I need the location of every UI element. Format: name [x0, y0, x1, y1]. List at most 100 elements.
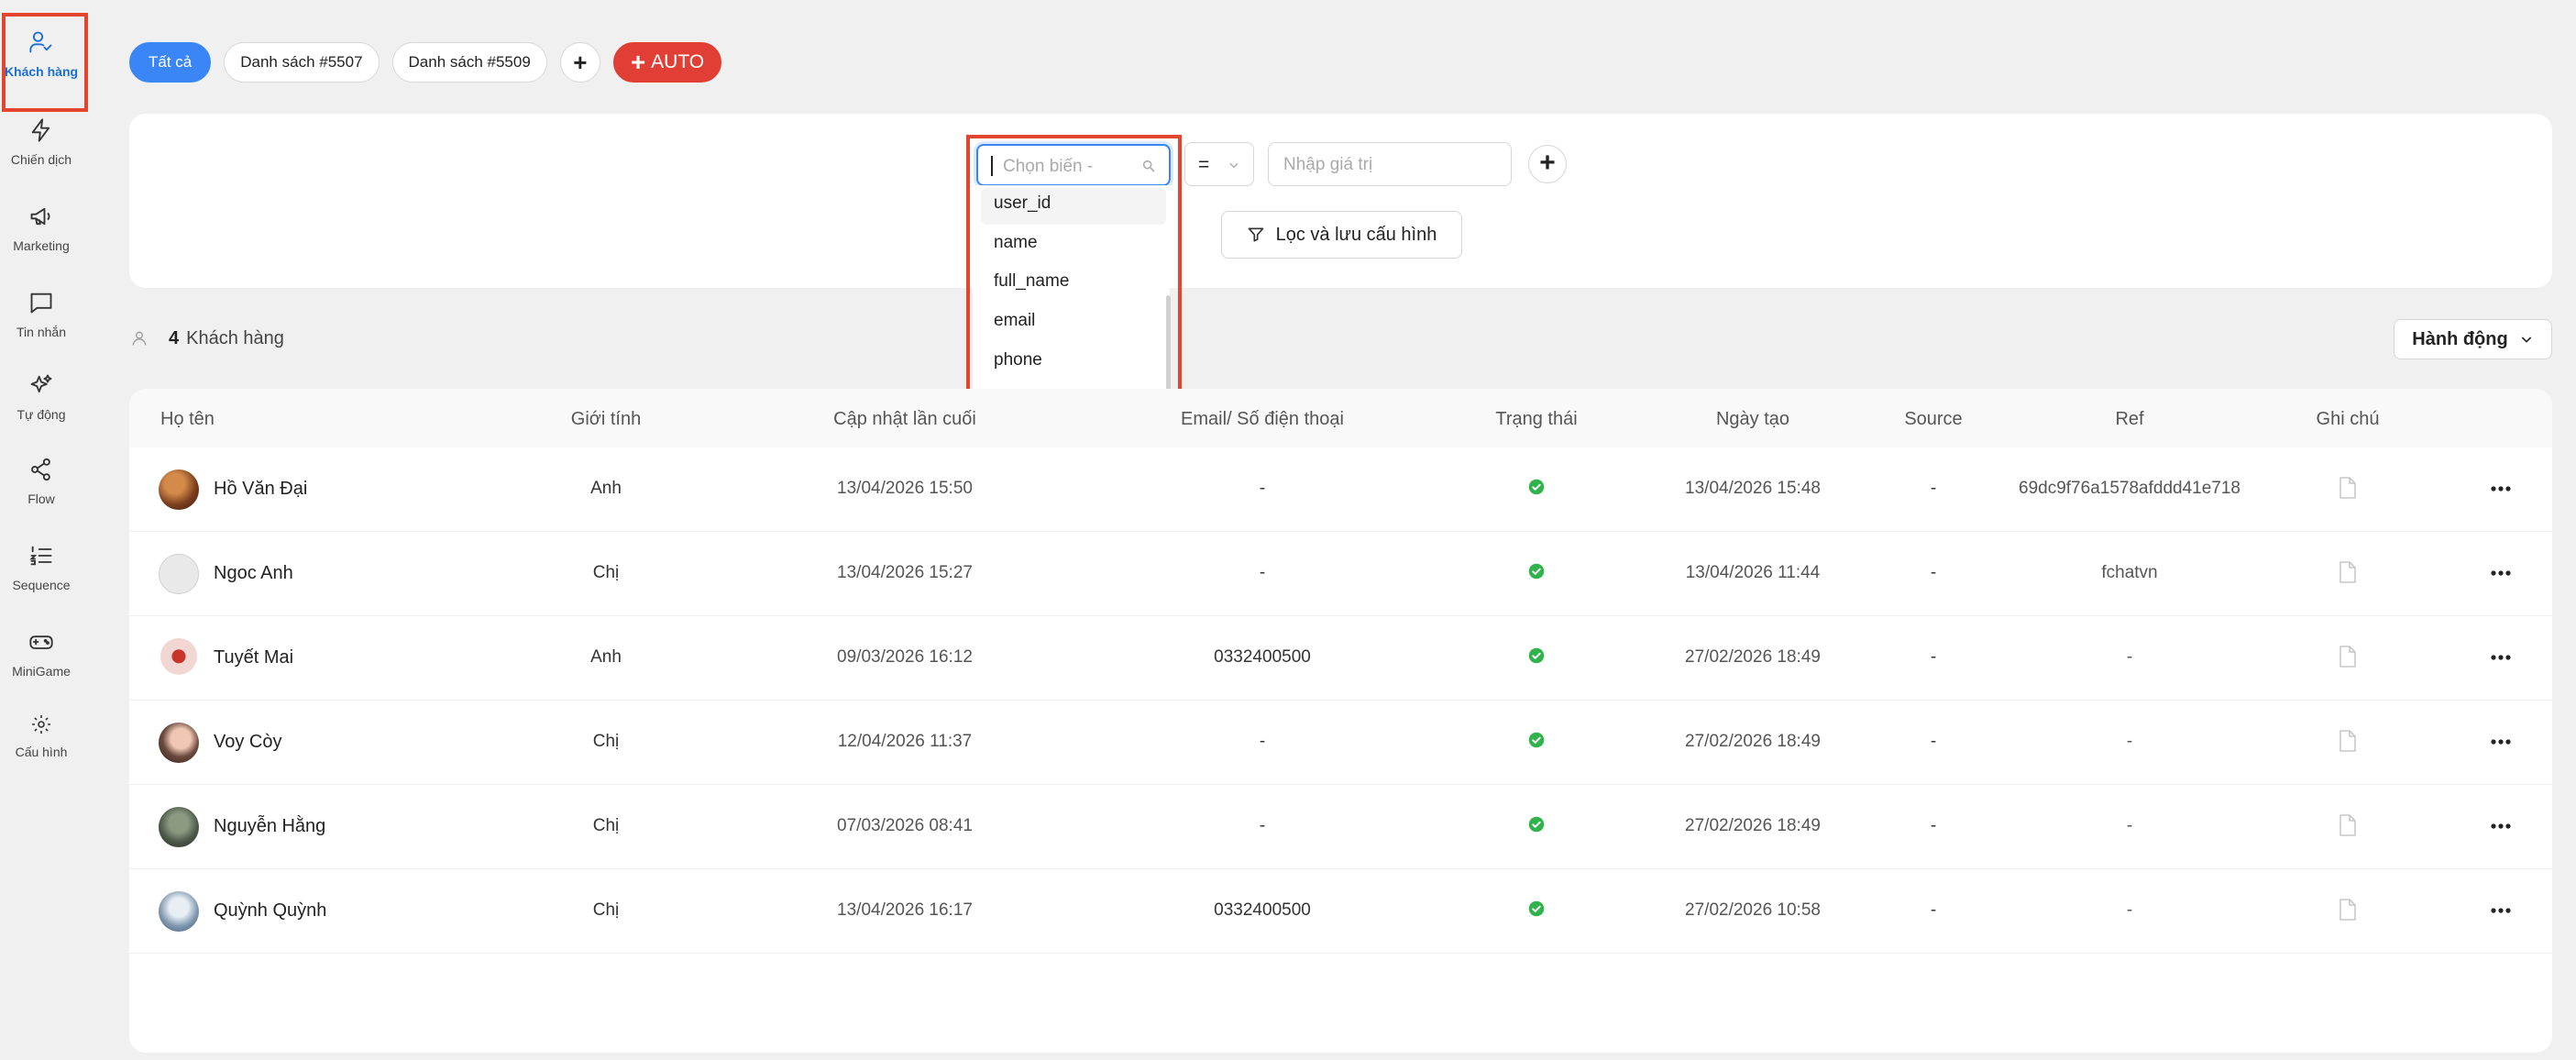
add-condition-button[interactable]: +: [1528, 145, 1567, 183]
more-actions-icon[interactable]: [2491, 823, 2511, 829]
customer-name[interactable]: Ngoc Anh: [214, 563, 293, 584]
table-row[interactable]: Ngoc Anh Chị 13/04/2026 15:27 - 13/04/2026 1…: [129, 532, 2552, 616]
note-icon[interactable]: [2338, 646, 2358, 668]
sidebar: Khách hàng Chiến dịch Marketing Tin nhắn…: [0, 0, 83, 1060]
cell-source: -: [1930, 732, 1937, 751]
note-icon[interactable]: [2338, 477, 2358, 499]
sidebar-item-label: Sequence: [12, 578, 71, 592]
header-created[interactable]: Ngày tạo: [1716, 409, 1789, 430]
status-check-icon: [1528, 479, 1545, 495]
value-input[interactable]: Nhập giá trị: [1268, 142, 1512, 186]
plus-icon: +: [630, 48, 646, 76]
sidebar-item-campaigns[interactable]: Chiến dịch: [0, 117, 83, 167]
cell-updated: 13/04/2026 15:50: [837, 479, 973, 498]
sparkles-icon: [30, 374, 52, 392]
cell-ref: fchatvn: [2101, 563, 2158, 582]
message-icon: [30, 293, 52, 314]
sidebar-item-marketing[interactable]: Marketing: [0, 204, 83, 253]
avatar: [159, 891, 199, 932]
table-row[interactable]: Hồ Văn Đại Anh 13/04/2026 15:50 - 13/04/2026…: [129, 447, 2552, 532]
note-icon[interactable]: [2338, 561, 2358, 583]
operator-select[interactable]: =: [1184, 142, 1254, 186]
tab-list-5507[interactable]: Danh sách #5507: [224, 42, 380, 83]
more-actions-icon[interactable]: [2491, 908, 2511, 913]
customer-name[interactable]: Hồ Văn Đại: [214, 479, 307, 500]
operator-value: =: [1198, 154, 1210, 175]
note-icon[interactable]: [2338, 899, 2358, 921]
chevron-down-icon: [1229, 162, 1238, 169]
cell-created: 27/02/2026 18:49: [1685, 647, 1821, 667]
header-note[interactable]: Ghi chú: [2317, 409, 2380, 430]
cell-gender: Chị: [592, 563, 620, 582]
sidebar-item-label: Tự động: [17, 407, 66, 422]
customer-name[interactable]: Quỳnh Quỳnh: [214, 900, 326, 922]
filter-save-label: Lọc và lưu cấu hình: [1275, 224, 1437, 245]
more-actions-icon[interactable]: [2491, 739, 2511, 745]
sidebar-item-label: Cấu hình: [15, 745, 68, 759]
cell-gender: Chị: [592, 732, 620, 751]
share-icon: [31, 458, 50, 481]
cell-source: -: [1930, 479, 1937, 498]
sidebar-item-sequence[interactable]: Sequence: [0, 543, 83, 592]
table-row[interactable]: Nguyễn Hằng Chị 07/03/2026 08:41 - 27/02/202…: [129, 785, 2552, 869]
cell-created: 27/02/2026 18:49: [1685, 732, 1821, 751]
header-source[interactable]: Source: [1904, 409, 1962, 430]
more-actions-icon[interactable]: [2491, 655, 2511, 660]
avatar: [159, 807, 199, 847]
cell-updated: 12/04/2026 11:37: [837, 732, 973, 751]
header-contact[interactable]: Email/ Số điện thoại: [1181, 409, 1344, 430]
cell-source: -: [1930, 816, 1937, 835]
customer-name[interactable]: Nguyễn Hằng: [214, 816, 325, 837]
status-check-icon: [1528, 563, 1545, 580]
table-row[interactable]: Voy Còy Chị 12/04/2026 11:37 - 27/02/2026 18…: [129, 701, 2552, 785]
sidebar-item-label: Chiến dịch: [10, 152, 72, 167]
more-actions-icon[interactable]: [2491, 570, 2511, 576]
table-row[interactable]: Tuyết Mai Anh 09/03/2026 16:12 0332400500 27…: [129, 616, 2552, 701]
customer-name[interactable]: Voy Còy: [214, 732, 281, 753]
sidebar-item-messages[interactable]: Tin nhắn: [0, 290, 83, 339]
cell-updated: 07/03/2026 08:41: [837, 816, 973, 835]
header-name[interactable]: Họ tên: [160, 409, 215, 430]
cell-updated: 13/04/2026 15:27: [837, 563, 973, 582]
cell-gender: Anh: [590, 479, 622, 498]
cell-ref: -: [2126, 647, 2133, 667]
customer-count: 4: [169, 327, 180, 348]
table-row[interactable]: Quỳnh Quỳnh Chị 13/04/2026 16:17 0332400500…: [129, 869, 2552, 954]
avatar: [159, 469, 199, 510]
auto-button[interactable]: + AUTO: [612, 42, 722, 83]
cell-updated: 09/03/2026 16:12: [837, 647, 973, 667]
header-updated[interactable]: Cập nhật lần cuối: [833, 409, 976, 430]
tab-list-5509[interactable]: Danh sách #5509: [391, 42, 547, 83]
sidebar-item-label: Flow: [28, 491, 55, 506]
lightning-icon: [31, 118, 50, 142]
add-list-button[interactable]: +: [559, 42, 600, 83]
actions-dropdown-button[interactable]: Hành động: [2394, 319, 2552, 359]
gamepad-icon: [29, 635, 53, 649]
sidebar-item-settings[interactable]: Cấu hình: [0, 713, 83, 759]
cell-gender: Chị: [592, 816, 620, 835]
note-icon[interactable]: [2338, 814, 2358, 836]
note-icon[interactable]: [2338, 730, 2358, 752]
list-ordered-icon: [29, 546, 52, 566]
sidebar-item-flow[interactable]: Flow: [0, 457, 83, 506]
more-actions-icon[interactable]: [2491, 486, 2511, 491]
header-gender[interactable]: Giới tính: [571, 409, 641, 430]
customer-count-label: Khách hàng: [186, 327, 284, 348]
header-ref[interactable]: Ref: [2115, 409, 2143, 430]
cell-ref: 69dc9f76a1578afddd41e718: [2019, 479, 2240, 498]
list-tabs: Tất cả Danh sách #5507 Danh sách #5509 +…: [129, 42, 734, 83]
customer-table: Họ tên Giới tính Cập nhật lần cuối Email…: [129, 389, 2552, 1053]
table-header: Họ tên Giới tính Cập nhật lần cuối Email…: [129, 389, 2552, 447]
filter-save-button[interactable]: Lọc và lưu cấu hình: [1221, 211, 1462, 259]
sidebar-item-minigame[interactable]: MiniGame: [0, 629, 83, 679]
cell-created: 13/04/2026 11:44: [1685, 563, 1821, 582]
auto-label: AUTO: [651, 51, 705, 72]
cell-created: 27/02/2026 18:49: [1685, 816, 1821, 835]
status-check-icon: [1528, 900, 1545, 917]
tab-all[interactable]: Tất cả: [129, 42, 212, 83]
sidebar-item-automation[interactable]: Tự động: [0, 372, 83, 422]
customer-name[interactable]: Tuyết Mai: [214, 647, 293, 668]
cell-gender: Anh: [590, 647, 622, 667]
header-status[interactable]: Trạng thái: [1495, 409, 1577, 430]
avatar: [159, 554, 199, 594]
